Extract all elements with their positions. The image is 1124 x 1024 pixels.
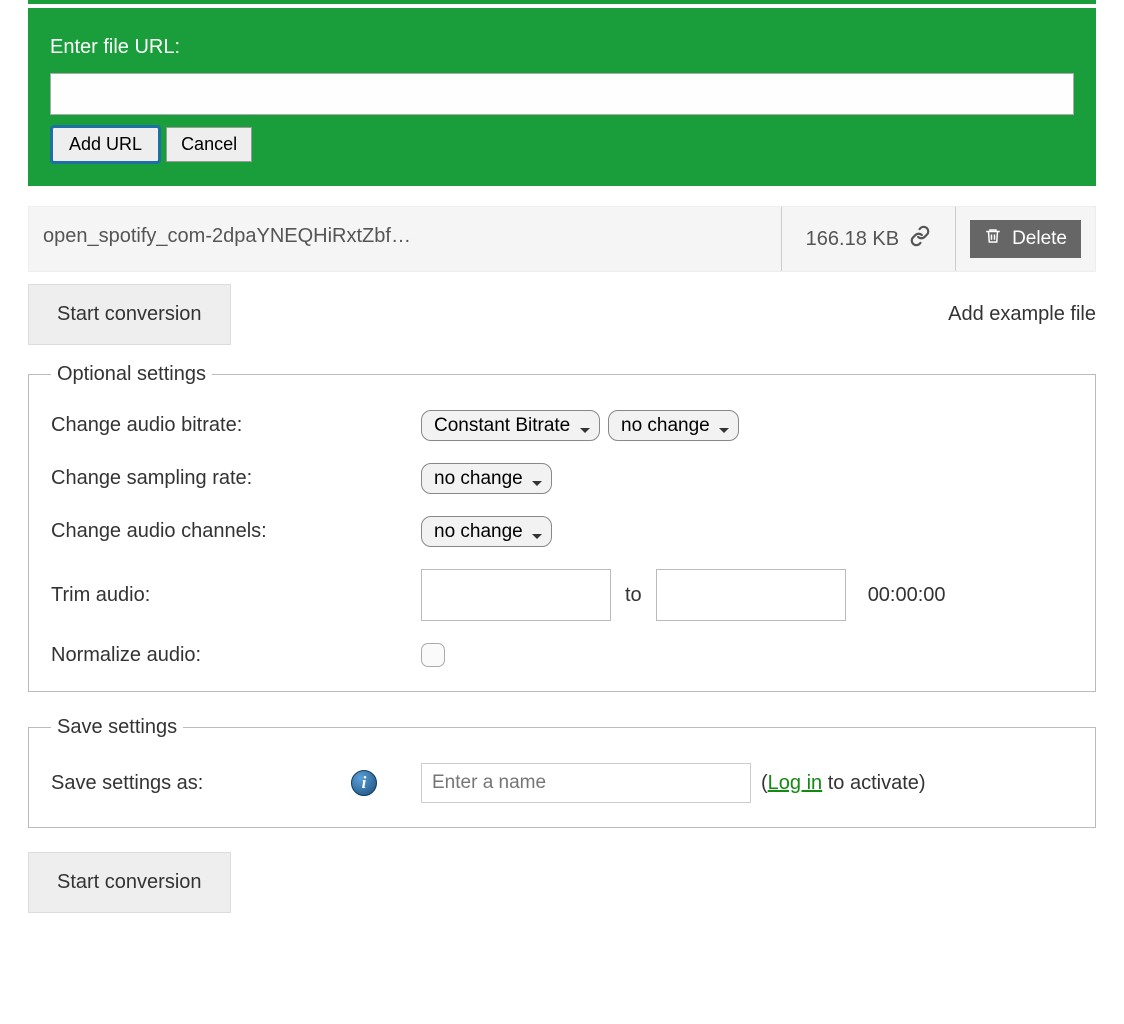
delete-button[interactable]: Delete [970,220,1081,258]
trim-duration: 00:00:00 [868,584,946,607]
url-input[interactable] [50,73,1074,115]
enter-url-panel: Enter file URL: Add URL Cancel [28,8,1096,186]
sampling-select[interactable]: no change [421,463,552,494]
save-settings-legend: Save settings [51,716,183,739]
sampling-label: Change sampling rate: [51,467,421,490]
cancel-button[interactable]: Cancel [166,127,252,162]
link-icon [909,225,931,253]
save-settings-fieldset: Save settings Save settings as: i (Log i… [28,716,1096,828]
optional-settings-fieldset: Optional settings Change audio bitrate: … [28,363,1096,692]
file-name: open_spotify_com-2dpaYNEQHiRxtZbf… [29,207,782,271]
optional-settings-legend: Optional settings [51,363,212,386]
bitrate-mode-select[interactable]: Constant Bitrate [421,410,600,441]
bitrate-value-select[interactable]: no change [608,410,739,441]
trim-start-input[interactable] [421,569,611,621]
add-example-file-link[interactable]: Add example file [948,303,1096,326]
bitrate-label: Change audio bitrate: [51,414,421,437]
file-size: 166.18 KB [782,207,956,271]
normalize-checkbox[interactable] [421,643,445,667]
trash-icon [984,226,1002,252]
start-conversion-button-top[interactable]: Start conversion [28,284,231,345]
trim-end-input[interactable] [656,569,846,621]
channels-select[interactable]: no change [421,516,552,547]
normalize-label: Normalize audio: [51,644,421,667]
start-conversion-button-bottom[interactable]: Start conversion [28,852,231,913]
channels-label: Change audio channels: [51,520,421,543]
trim-label: Trim audio: [51,584,421,607]
settings-name-input[interactable] [421,763,751,803]
add-url-button[interactable]: Add URL [50,125,161,164]
login-link[interactable]: Log in [768,772,823,794]
trim-separator: to [625,584,642,607]
info-icon[interactable]: i [351,770,377,796]
file-row: open_spotify_com-2dpaYNEQHiRxtZbf… 166.1… [28,206,1096,272]
login-note: (Log in to activate) [761,772,926,795]
url-label: Enter file URL: [50,36,1074,59]
